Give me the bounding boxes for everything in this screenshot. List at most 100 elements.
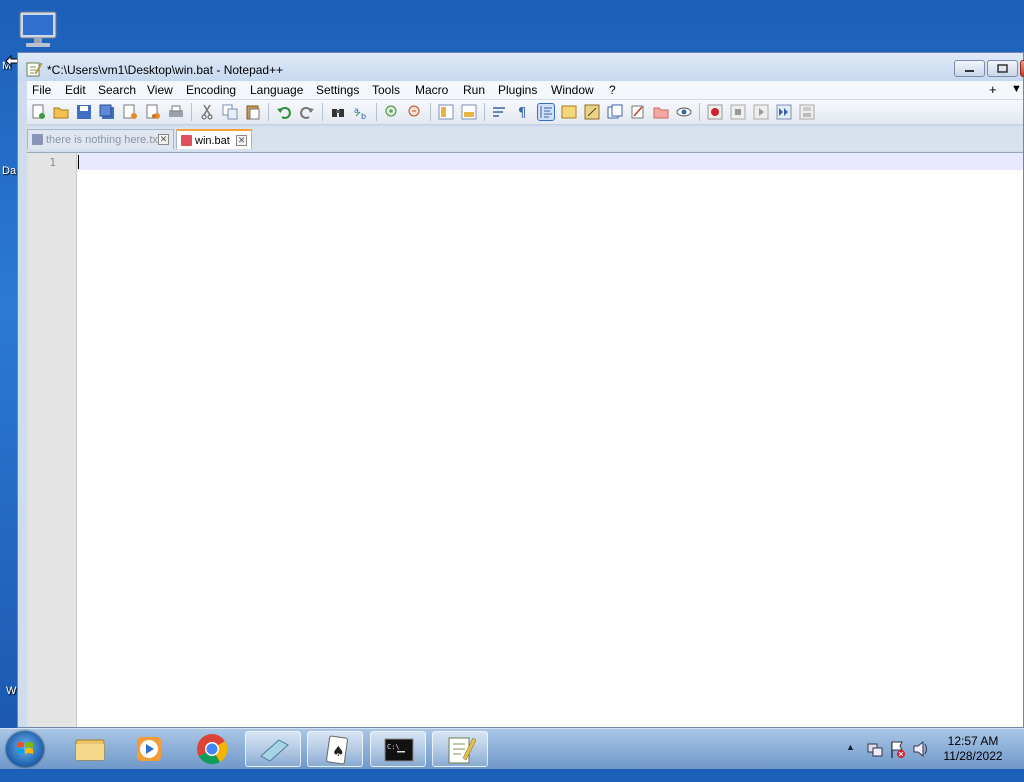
taskbar-media-player-button[interactable] [121, 731, 177, 767]
menu-language[interactable]: Language [250, 83, 303, 97]
close-all-icon[interactable] [145, 104, 161, 120]
desktop-label: W [6, 685, 17, 697]
taskbar-chrome-button[interactable] [184, 731, 240, 767]
menu-plugins[interactable]: Plugins [498, 83, 537, 97]
notepadpp-window: *C:\Users\vm1\Desktop\win.bat - Notepad+… [17, 52, 1024, 728]
show-hidden-icons-button[interactable]: ▲ [846, 742, 855, 782]
menu-settings[interactable]: Settings [316, 83, 359, 97]
svg-text:C:\: C:\ [387, 743, 400, 751]
new-file-icon[interactable] [30, 104, 46, 120]
folder-icon [75, 739, 105, 761]
folder-icon[interactable] [653, 104, 669, 120]
action-center-icon[interactable] [889, 729, 907, 769]
new-tab-plus-button[interactable]: + [989, 82, 997, 97]
line-number: 1 [49, 156, 56, 169]
sync-horizontal-scroll-icon[interactable] [461, 104, 477, 120]
undo-icon[interactable] [276, 104, 292, 120]
save-all-icon[interactable] [99, 104, 115, 120]
chrome-icon [197, 734, 228, 765]
clock-date: 11/28/2022 [943, 749, 1003, 763]
tab-there-is-nothing-here[interactable]: there is nothing here.txt ✕ [27, 129, 174, 149]
redo-icon[interactable] [299, 104, 315, 120]
replace-icon[interactable]: ab [353, 104, 369, 121]
taskbar-explorer-button[interactable] [62, 731, 118, 767]
tab-win-bat[interactable]: win.bat ✕ [176, 129, 252, 149]
file-modified-icon [181, 135, 192, 146]
clock-time: 12:57 AM [947, 734, 999, 748]
taskbar: ♠ C:\ ▲ 12:57 AM 11/28/2022 [0, 728, 1024, 769]
desktop: { "desktop": { "labels": ["M", "Da", "W"… [0, 0, 1024, 769]
taskbar-solitaire-button[interactable]: ♠ [307, 731, 363, 767]
menu-tools[interactable]: Tools [372, 83, 400, 97]
maximize-button[interactable] [987, 60, 1018, 77]
minimize-button[interactable] [954, 60, 985, 77]
network-icon[interactable] [866, 729, 884, 769]
save-macro-icon[interactable] [799, 104, 815, 120]
close-button[interactable] [1020, 60, 1024, 77]
current-line-highlight [77, 153, 1023, 170]
taskbar-notepad-button[interactable] [245, 731, 301, 767]
monitoring-eye-icon[interactable] [676, 104, 692, 120]
menu-window[interactable]: Window [551, 83, 594, 97]
volume-icon[interactable] [912, 729, 930, 769]
record-macro-icon[interactable] [707, 104, 723, 120]
svg-text:♠: ♠ [332, 744, 345, 760]
folder-as-workspace-icon[interactable] [630, 104, 646, 120]
user-defined-language-icon[interactable] [561, 104, 577, 120]
word-wrap-icon[interactable] [492, 104, 508, 120]
tab-list-dropdown-button[interactable]: ▼ [1011, 83, 1022, 95]
close-tab-icon[interactable]: ✕ [236, 135, 247, 146]
zoom-out-icon[interactable] [407, 104, 423, 120]
copy-icon[interactable] [222, 104, 238, 120]
menu-edit[interactable]: Edit [65, 83, 86, 97]
tab-label: win.bat [195, 135, 230, 147]
menu-run[interactable]: Run [463, 83, 485, 97]
stop-recording-icon[interactable] [730, 104, 746, 120]
start-button[interactable] [6, 731, 44, 767]
notepadpp-icon [26, 61, 43, 77]
menu-help[interactable]: ? [609, 83, 616, 97]
menu-view[interactable]: View [147, 83, 173, 97]
computer-desktop-icon[interactable] [16, 10, 62, 50]
zoom-in-icon[interactable] [384, 104, 400, 120]
cut-icon[interactable] [199, 104, 215, 120]
function-list-icon[interactable] [607, 104, 623, 120]
taskbar-cmd-button[interactable]: C:\ [370, 731, 426, 767]
menu-search[interactable]: Search [98, 83, 136, 97]
show-all-characters-icon[interactable]: ¶ [515, 104, 531, 121]
windows-logo-icon [17, 742, 33, 754]
tab-label: there is nothing here.txt [46, 134, 161, 146]
window-title: *C:\Users\vm1\Desktop\win.bat - Notepad+… [47, 63, 284, 77]
desktop-label: Da [2, 165, 17, 177]
taskbar-notepadpp-button[interactable] [432, 731, 488, 767]
svg-text:¶: ¶ [518, 106, 526, 120]
playback-macro-icon[interactable] [753, 104, 769, 120]
title-bar[interactable]: *C:\Users\vm1\Desktop\win.bat - Notepad+… [18, 53, 1024, 81]
paste-icon[interactable] [245, 104, 261, 120]
close-file-icon[interactable] [122, 104, 138, 120]
sync-vertical-scroll-icon[interactable] [438, 104, 454, 120]
menu-file[interactable]: File [32, 83, 51, 97]
system-clock[interactable]: 12:57 AM 11/28/2022 [936, 734, 1010, 764]
media-player-icon [137, 737, 161, 761]
tab-bar: there is nothing here.txt ✕ win.bat ✕ [27, 127, 1023, 151]
indent-guide-icon[interactable] [537, 103, 555, 121]
print-icon[interactable] [168, 104, 184, 120]
menu-encoding[interactable]: Encoding [186, 83, 236, 97]
close-tab-icon[interactable]: ✕ [158, 134, 169, 145]
save-icon[interactable] [76, 104, 92, 120]
open-file-icon[interactable] [53, 104, 69, 120]
menu-bar: File Edit Search View Encoding Language … [27, 81, 1023, 99]
file-saved-icon [32, 134, 43, 145]
menu-macro[interactable]: Macro [415, 83, 448, 97]
notepadpp-icon [448, 737, 477, 764]
notepad-icon [260, 739, 289, 762]
svg-text:b: b [361, 112, 366, 120]
solitaire-icon: ♠ [326, 735, 348, 765]
find-icon[interactable] [330, 104, 346, 120]
text-caret [78, 155, 79, 169]
text-editor[interactable]: 1 [27, 152, 1023, 727]
document-map-icon[interactable] [584, 104, 600, 120]
run-macro-multiple-icon[interactable] [776, 104, 792, 120]
line-number-gutter: 1 [27, 153, 77, 727]
